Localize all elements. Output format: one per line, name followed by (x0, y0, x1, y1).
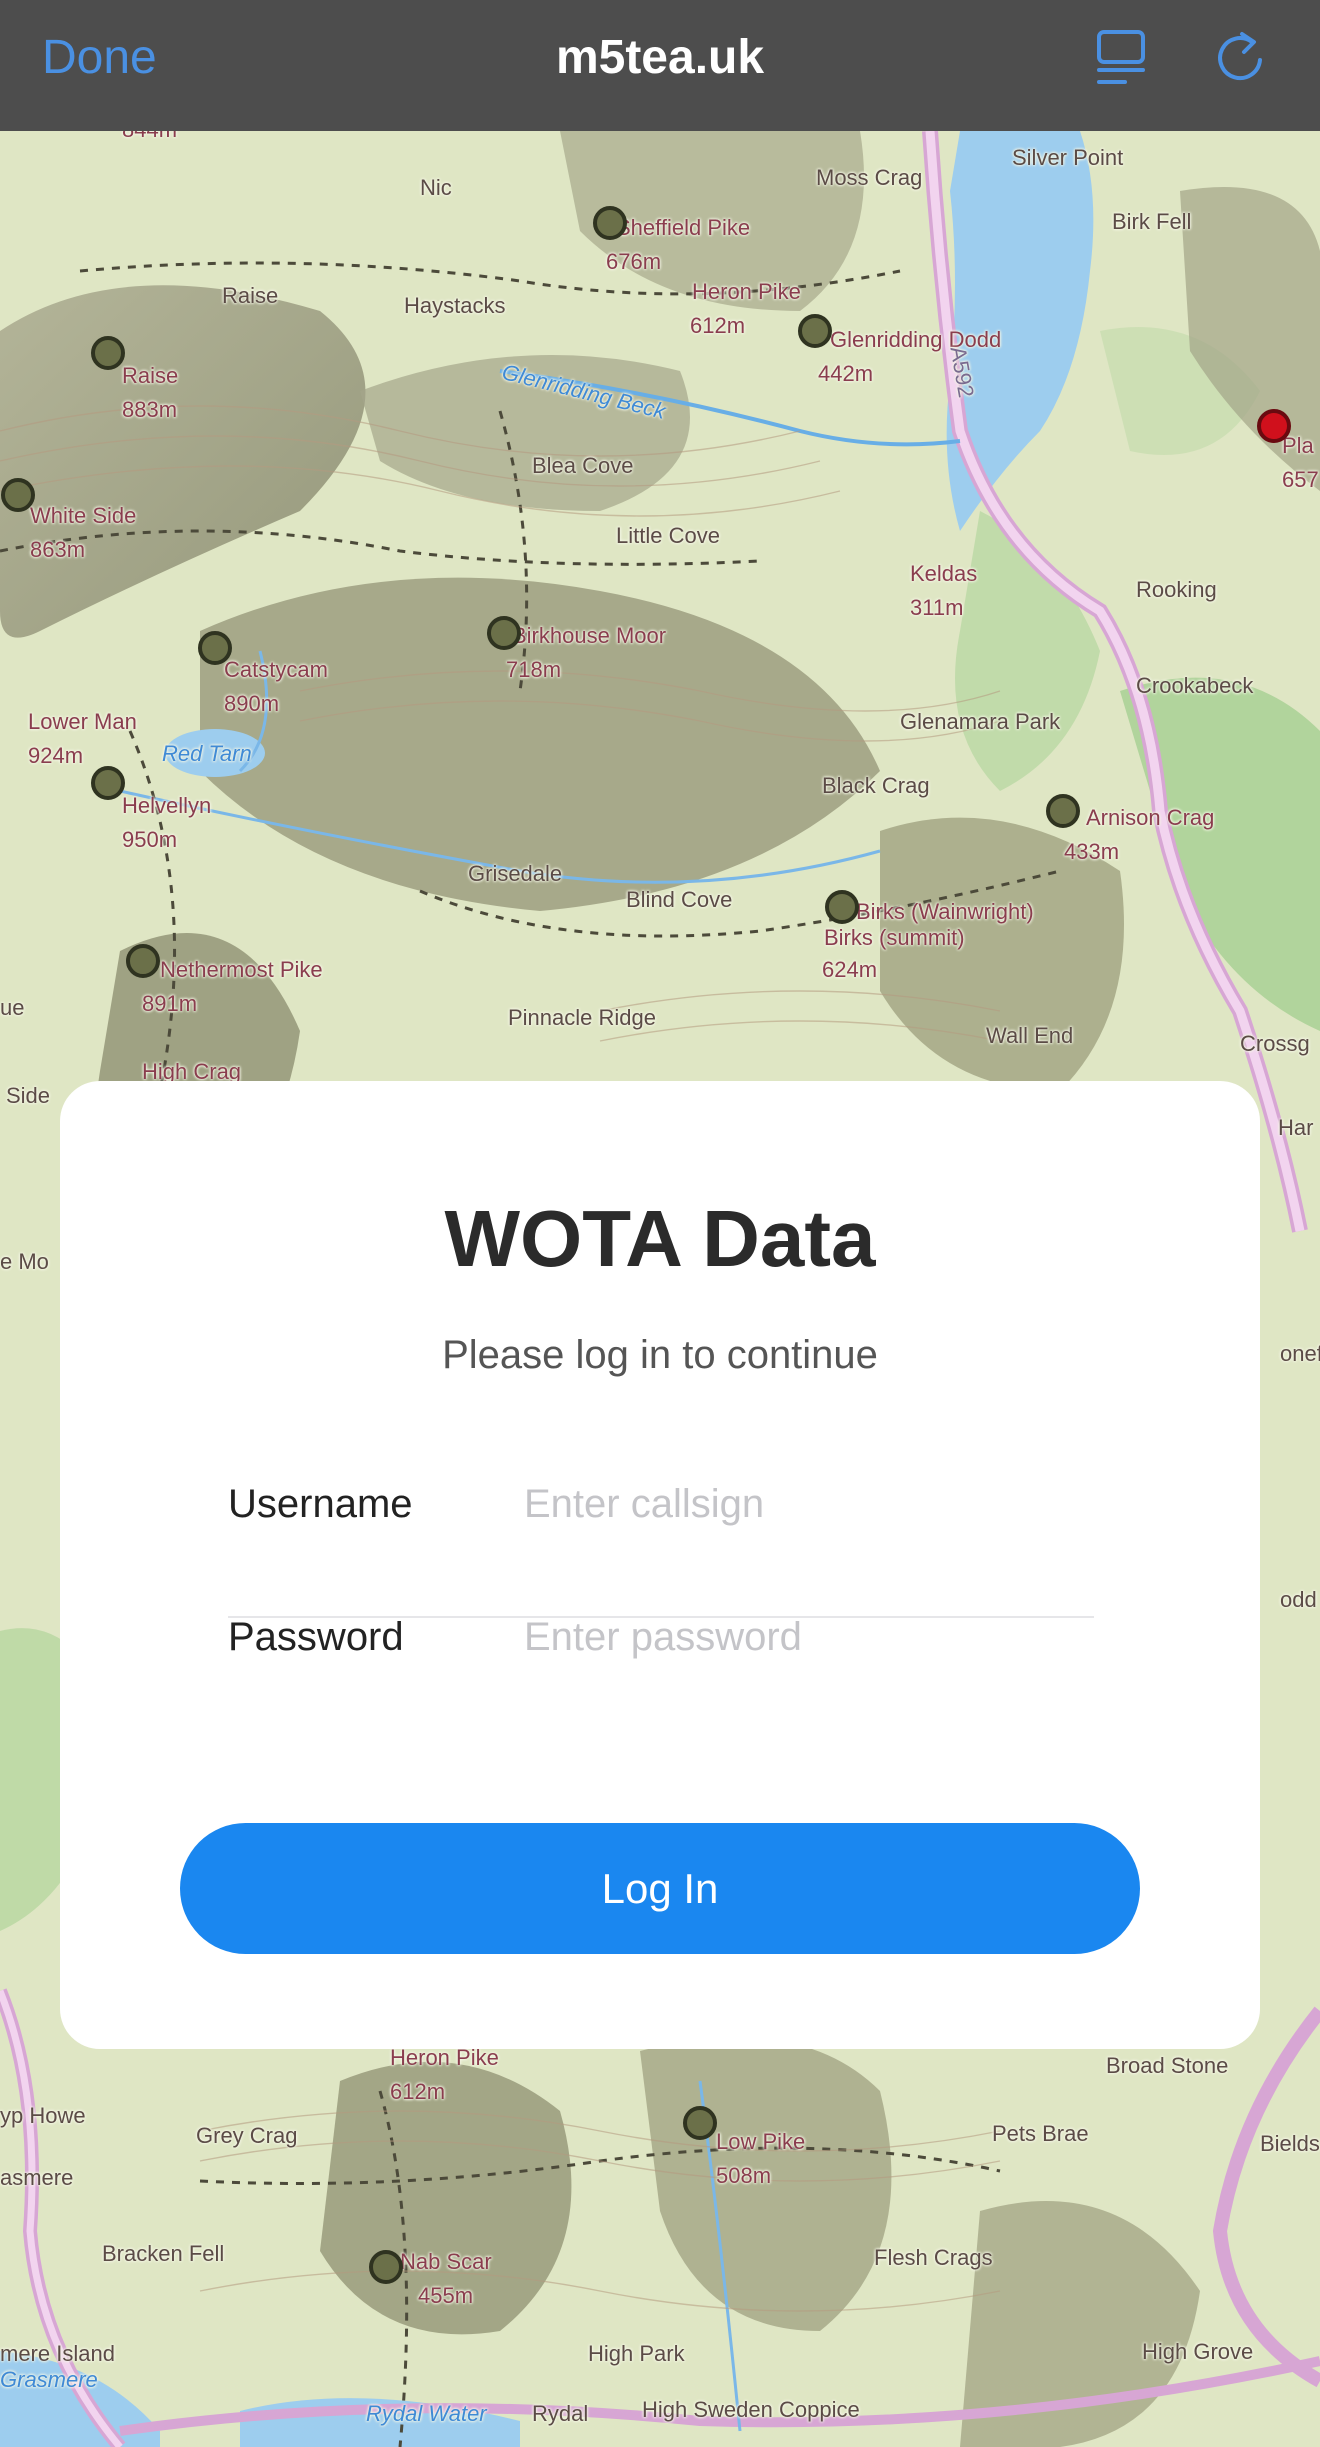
map-label: Black Crag (822, 773, 930, 798)
map-label: 657 (1282, 467, 1319, 492)
map-label: 924m (28, 743, 84, 768)
map-label: 612m (690, 313, 746, 338)
done-button[interactable]: Done (42, 30, 157, 86)
map-label: Birkhouse Moor (512, 623, 667, 648)
map-label: Red Tarn (162, 741, 252, 766)
username-label: Username (228, 1482, 413, 1526)
map-label: Glenamara Park (900, 709, 1061, 734)
username-input[interactable] (524, 1472, 1084, 1536)
map-label: Nab Scar (400, 2249, 492, 2274)
map-label: Bields (1260, 2131, 1320, 2156)
map-label: Keldas (910, 561, 978, 586)
summit-marker[interactable] (126, 944, 160, 978)
username-row: Username (228, 1452, 1094, 1552)
map-label: yp Howe (0, 2103, 86, 2128)
map-label: Silver Point (1012, 145, 1124, 170)
map-label: Nethermost Pike (160, 957, 323, 982)
map-label: Pets Brae (992, 2121, 1089, 2146)
map-label: 311m (910, 595, 964, 620)
summit-marker[interactable] (825, 890, 859, 924)
password-label: Password (228, 1615, 404, 1659)
map-label: Arnison Crag (1086, 805, 1215, 830)
password-input[interactable] (524, 1605, 1084, 1669)
map-label: Blind Cove (626, 887, 733, 912)
map-label: Catstycam (224, 657, 328, 682)
summit-marker[interactable] (198, 631, 232, 665)
summit-marker[interactable] (1, 478, 35, 512)
map-label: Crookabeck (1136, 673, 1254, 698)
map-label: Raise (222, 283, 279, 308)
map-label: e Mo (0, 1249, 49, 1274)
summit-marker[interactable] (1046, 794, 1080, 828)
map-label: ue (0, 995, 25, 1020)
map-label: 863m (30, 537, 86, 562)
map-label: 950m (122, 827, 178, 852)
map-label: Rydal Water (366, 2401, 487, 2426)
map-label: 442m (818, 361, 874, 386)
map-label: Grisedale (468, 861, 563, 886)
map-label: Rooking (1136, 577, 1217, 602)
map-label: Birks (Wainwright) (856, 899, 1034, 924)
map-label: Pinnacle Ridge (508, 1005, 656, 1030)
summit-marker[interactable] (369, 2250, 403, 2284)
map-label: Grasmere (0, 2367, 98, 2392)
log-in-button[interactable]: Log In (180, 1823, 1140, 1954)
map-label: Blea Cove (532, 453, 634, 478)
map-label: onefo (1280, 1341, 1320, 1366)
reader-mode-icon[interactable] (1091, 26, 1155, 90)
summit-marker[interactable] (91, 766, 125, 800)
map-label: Har (1278, 1115, 1314, 1140)
map-label: Bracken Fell (102, 2241, 225, 2266)
summit-marker[interactable] (683, 2106, 717, 2140)
map-label: 676m (606, 249, 662, 274)
browser-toolbar: Done m5tea.uk (0, 0, 1320, 131)
map-label: High Grove (1142, 2339, 1254, 2364)
reload-icon[interactable] (1208, 26, 1272, 90)
summit-marker[interactable] (487, 616, 521, 650)
map-label: Sheffield Pike (616, 215, 751, 240)
map-label: 883m (122, 397, 178, 422)
map-label: Haystacks (404, 293, 506, 318)
map-label: Nic (420, 175, 452, 200)
map-label: 455m (418, 2283, 474, 2308)
map-label: 844m (122, 131, 177, 143)
summit-marker-selected[interactable] (1257, 409, 1291, 443)
map-label: Flesh Crags (874, 2245, 993, 2270)
map-label: 508m (716, 2163, 772, 2188)
map-label: Birks (summit) (824, 925, 965, 950)
map-label: Rydal (532, 2401, 589, 2426)
map-label: Side (6, 1083, 51, 1108)
map-label: Wall End (986, 1023, 1074, 1048)
map-label: 718m (506, 657, 562, 682)
map-label: Crossg (1240, 1031, 1310, 1056)
map-label: Heron Pike (692, 279, 801, 304)
map-label: asmere (0, 2165, 74, 2190)
map-label: 433m (1064, 839, 1120, 864)
map-label: High Sweden Coppice (642, 2397, 860, 2422)
map-label: White Side (30, 503, 137, 528)
map-label: Birk Fell (1112, 209, 1192, 234)
map-label: Lower Man (28, 709, 137, 734)
summit-marker[interactable] (91, 336, 125, 370)
map-label: Low Pike (716, 2129, 806, 2154)
map-label: 624m (822, 957, 878, 982)
map-label: Moss Crag (816, 165, 923, 190)
map-label: High Park (588, 2341, 685, 2366)
map-label: Glenridding Dodd (830, 327, 1002, 352)
map-label: Broad Stone (1106, 2053, 1229, 2078)
summit-marker[interactable] (593, 206, 627, 240)
map-label: 891m (142, 991, 198, 1016)
dialog-subtitle: Please log in to continue (442, 1333, 878, 1377)
map-label: Little Cove (616, 523, 720, 548)
map-label: mere Island (0, 2341, 115, 2366)
dialog-title: WOTA Data (444, 1194, 876, 1283)
map-label: 890m (224, 691, 280, 716)
map-label: Raise (122, 363, 179, 388)
password-row: Password (228, 1585, 1094, 1685)
map-label: odd (1280, 1587, 1317, 1612)
map-label: Grey Crag (196, 2123, 298, 2148)
map-label: Helvellyn (122, 793, 212, 818)
map-label: 612m (390, 2079, 446, 2104)
summit-marker[interactable] (798, 314, 832, 348)
